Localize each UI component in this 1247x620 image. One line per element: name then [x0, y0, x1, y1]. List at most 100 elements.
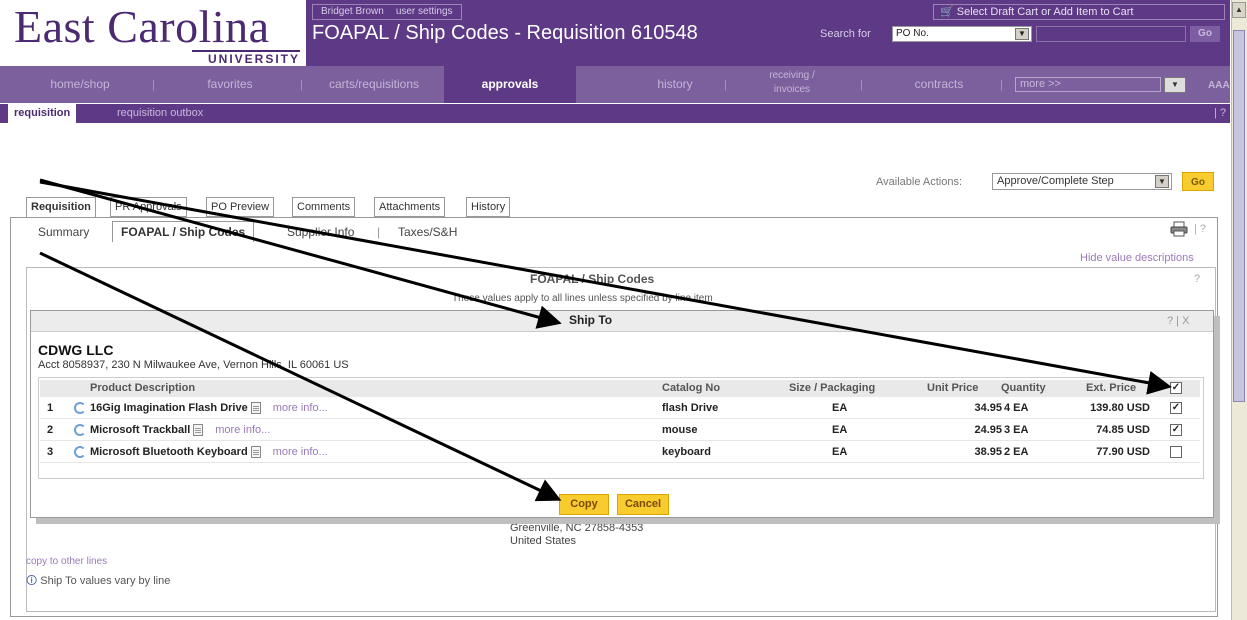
col-size-packaging: Size / Packaging [789, 382, 876, 394]
subnav-requisition-outbox[interactable]: requisition outbox [117, 104, 203, 123]
row-checkbox[interactable]: ✓ [1170, 402, 1182, 414]
chevron-down-icon: ▼ [1164, 77, 1186, 93]
catalog-no: flash Drive [662, 402, 719, 414]
quantity: 2 EA [1004, 446, 1029, 458]
logo-subtext: UNIVERSITY [192, 50, 300, 66]
product-cell: Microsoft Bluetooth Keyboard more info... [74, 441, 328, 463]
nav-home-shop[interactable]: home/shop [40, 66, 120, 103]
search-type-value: PO No. [896, 28, 929, 39]
available-actions-select[interactable]: Approve/Complete Step ▼ [992, 173, 1172, 190]
modal-title: Ship To [569, 313, 613, 327]
ship-to-address: Greenville, NC 27858-4353 United States [510, 522, 643, 548]
document-icon[interactable] [250, 446, 261, 459]
nav-separator: | [724, 79, 727, 91]
row-number: 3 [47, 446, 54, 458]
cancel-button[interactable]: Cancel [617, 494, 669, 515]
refresh-icon [74, 402, 86, 415]
subtab-separator: | [377, 225, 381, 239]
nav-approvals[interactable]: approvals [444, 66, 576, 103]
modal-controls[interactable]: ? | X [1167, 315, 1189, 327]
row-checkbox[interactable]: ✓ [1170, 424, 1182, 436]
refresh-icon [74, 424, 86, 437]
document-icon[interactable] [250, 402, 261, 415]
table-row: 1 16Gig Imagination Flash Drive more info… [40, 397, 1200, 419]
user-settings-link[interactable]: user settings [396, 6, 453, 17]
col-catalog-no: Catalog No [662, 382, 721, 394]
modal-header [31, 311, 1213, 332]
tab-po-preview[interactable]: PO Preview [206, 197, 275, 217]
logo-text: East Carolina [14, 1, 270, 52]
product-cell: 16Gig Imagination Flash Drive more info..… [74, 397, 328, 419]
col-quantity: Quantity [1001, 382, 1046, 394]
search-type-select[interactable]: PO No. ▼ [892, 26, 1032, 42]
refresh-icon [74, 446, 86, 459]
catalog-no: keyboard [662, 446, 711, 458]
actions-go-button[interactable]: Go [1182, 172, 1214, 191]
product-name[interactable]: Microsoft Bluetooth Keyboard [90, 446, 248, 458]
copy-to-other-lines-link[interactable]: copy to other lines [26, 556, 107, 567]
cart-link[interactable]: 🛒 Select Draft Cart or Add Item to Cart [933, 4, 1225, 20]
hide-value-descriptions-link[interactable]: Hide value descriptions [1080, 252, 1194, 264]
ship-to-vary-text: Ship To values vary by line [40, 575, 171, 587]
table-row: 2 Microsoft Trackball more info... mouse … [40, 419, 1200, 441]
product-cell: Microsoft Trackball more info... [74, 419, 270, 441]
ship-to-vary-note: 🛈 Ship To values vary by line [26, 572, 170, 591]
nav-receiving-invoices[interactable]: receiving / invoices [752, 66, 832, 103]
col-ext-price: Ext. Price [1086, 382, 1137, 394]
available-actions-label: Available Actions: [876, 176, 963, 188]
col-unit-price: Unit Price [927, 382, 979, 394]
cart-link-label: Select Draft Cart or Add Item to Cart [956, 6, 1134, 18]
address-country: United States [510, 535, 577, 547]
nav-contracts[interactable]: contracts [904, 66, 974, 103]
search-go-button[interactable]: Go [1190, 26, 1220, 42]
scroll-up-arrow[interactable]: ▲ [1232, 2, 1246, 18]
tab-history[interactable]: History [466, 197, 511, 217]
nav-carts-requisitions[interactable]: carts/requisitions [314, 66, 434, 103]
row-checkbox[interactable] [1170, 446, 1182, 458]
chevron-down-icon: ▼ [1015, 28, 1029, 40]
foapal-subtitle: These values apply to all lines unless s… [452, 293, 713, 304]
document-icon[interactable] [193, 424, 204, 437]
more-info-link[interactable]: more info... [273, 402, 328, 414]
subtab-summary[interactable]: Summary [38, 225, 89, 239]
page-title: FOAPAL / Ship Codes - Requisition 610548 [312, 22, 698, 44]
available-actions-value: Approve/Complete Step [997, 175, 1114, 187]
table-row: 3 Microsoft Bluetooth Keyboard more info.… [40, 441, 1200, 463]
row-number: 2 [47, 424, 54, 436]
help-link[interactable]: | ? [1214, 104, 1226, 123]
select-all-checkbox[interactable]: ✓ [1170, 382, 1182, 394]
subtab-taxes[interactable]: Taxes/S&H [398, 225, 457, 239]
subtab-foapal-ship-codes[interactable]: FOAPAL / Ship Codes [112, 221, 255, 242]
text-size-control[interactable]: AAA [1208, 80, 1230, 91]
logo[interactable]: East Carolina UNIVERSITY [0, 0, 306, 66]
nav-history[interactable]: history [640, 66, 710, 103]
nav-favorites[interactable]: favorites [190, 66, 270, 103]
more-info-link[interactable]: more info... [273, 446, 328, 458]
row-number: 1 [47, 402, 54, 414]
search-input[interactable] [1036, 26, 1186, 42]
tab-comments[interactable]: Comments [292, 197, 356, 217]
product-name[interactable]: Microsoft Trackball [90, 424, 190, 436]
size-packaging: EA [832, 402, 848, 414]
tab-requisition[interactable]: Requisition [26, 197, 96, 217]
foapal-title: FOAPAL / Ship Codes [530, 272, 655, 286]
tab-pr-approvals[interactable]: PR Approvals [110, 197, 187, 217]
scroll-thumb[interactable] [1233, 30, 1245, 402]
nav-more-select[interactable]: more >> ▼ [1015, 77, 1186, 93]
help-icon[interactable]: | ? [1194, 223, 1206, 235]
subnav-requisition[interactable]: requisition [8, 104, 77, 123]
more-info-link[interactable]: more info... [215, 424, 270, 436]
search-label: Search for [820, 28, 871, 40]
nav-separator: | [1000, 79, 1003, 91]
tab-attachments[interactable]: Attachments [374, 197, 446, 217]
nav-more-value: more >> [1020, 78, 1061, 90]
main-nav: home/shop | favorites | carts/requisitio… [0, 66, 1230, 103]
unit-price: 34.95 [974, 402, 1002, 414]
product-name[interactable]: 16Gig Imagination Flash Drive [90, 402, 248, 414]
subtab-supplier-info[interactable]: Supplier Info [287, 225, 354, 239]
copy-button[interactable]: Copy [559, 494, 609, 515]
print-icon[interactable] [1170, 221, 1188, 237]
info-icon: 🛈 [26, 575, 41, 587]
help-icon[interactable]: ? [1194, 273, 1200, 285]
quantity: 3 EA [1004, 424, 1029, 436]
